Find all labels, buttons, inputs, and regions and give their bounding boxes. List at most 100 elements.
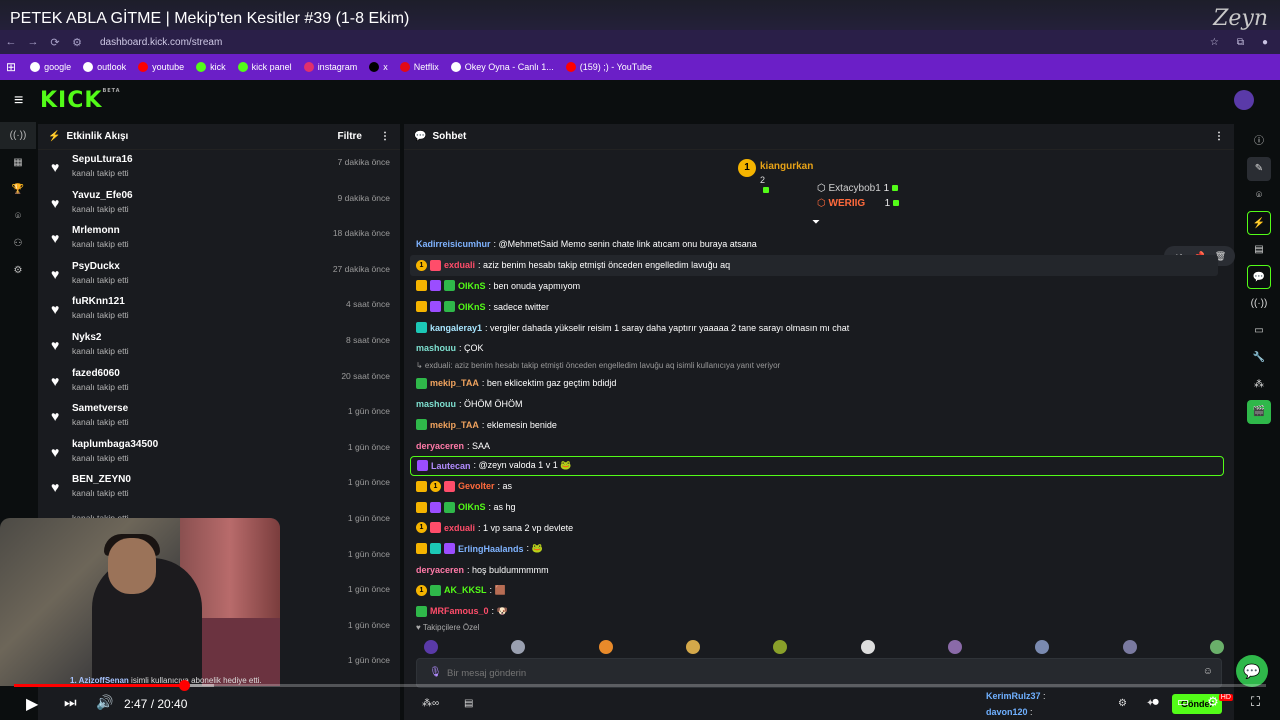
chat-username[interactable]: Lautecan [431, 461, 471, 471]
chat-message[interactable]: Kadirreisicumhur: @MehmetSaid Memo senin… [416, 234, 1224, 255]
emote[interactable] [947, 640, 962, 654]
chat-message[interactable]: ErlingHaalands: 🐸 [416, 538, 1224, 559]
chat-message[interactable]: mashouu: ÇOK [416, 338, 1224, 359]
chat-message[interactable]: mekip_TAA: ben eklicektim gaz geçtim bdi… [416, 373, 1224, 394]
kick-logo[interactable]: KICKBETA [40, 88, 121, 113]
feed-item[interactable]: ♥ Nyks2 kanalı takip etti 8 saat önce [38, 328, 400, 364]
chat-message[interactable]: OIKnS: as hg [416, 497, 1224, 518]
collapse-icon[interactable]: ⏷ [812, 217, 820, 228]
chat-message[interactable]: 1 AK_KKSL: 🟫 [416, 580, 1224, 601]
info-icon[interactable]: ⓘ [1247, 130, 1271, 154]
trophy-icon[interactable]: 🏆 [0, 176, 36, 203]
quick-actions-icon[interactable]: ⚡ [1247, 211, 1271, 235]
chat-message[interactable]: mekip_TAA: eklemesin benide [416, 414, 1224, 435]
edit-icon[interactable]: ✎ [1247, 157, 1271, 181]
bookmark-item[interactable]: outlook [83, 62, 126, 72]
chat-username[interactable]: AK_KKSL [444, 585, 487, 595]
chat-username[interactable]: MRFamous_0 [430, 606, 489, 616]
bookmark-item[interactable]: google [30, 62, 71, 72]
apps-grid-icon[interactable]: ⊞ [6, 60, 16, 74]
chat-message[interactable]: MRFamous_0: 🐶 [416, 601, 1224, 622]
feed-item[interactable]: ♥ Sametverse kanalı takip etti 1 gün önce [38, 399, 400, 435]
chat-message[interactable]: Lautecan: @zeyn valoda 1 v 1 🐸 [410, 455, 1224, 476]
stream-icon[interactable]: ((·)) [1247, 292, 1271, 316]
back-icon[interactable]: ← [0, 36, 22, 48]
bookmark-item[interactable]: Netflix [399, 62, 439, 72]
more-options-icon[interactable]: ⋮ [380, 131, 390, 142]
chat-message[interactable]: OIKnS: sadece twitter [416, 296, 1224, 317]
notes-icon[interactable]: ▤ [1247, 238, 1271, 262]
feed-item[interactable]: ♥ SepuLtura16 kanalı takip etti 7 dakika ön… [38, 150, 400, 186]
chat-username[interactable]: exduali [444, 523, 475, 533]
bookmark-item[interactable]: instagram [303, 62, 357, 72]
chat-more-icon[interactable]: ⋮ [1214, 131, 1224, 142]
emote[interactable] [424, 640, 438, 654]
extensions-icon[interactable]: ⧉ [1237, 37, 1244, 48]
chat-username[interactable]: kangaleray1 [430, 323, 482, 333]
emote[interactable] [1035, 640, 1050, 654]
integrations-icon[interactable]: ⁂ [1247, 373, 1271, 397]
chat-message[interactable]: deryaceren: hoş buldummmmm [416, 559, 1224, 580]
chat-message[interactable]: mashouu: ÖHÖM ÖHÖM [416, 394, 1224, 415]
chat-message[interactable]: 1 Gevolter: as [416, 476, 1224, 497]
chat-username[interactable]: Gevolter [458, 481, 495, 491]
reload-icon[interactable]: ⟳ [44, 36, 66, 49]
autoplay-toggle[interactable]: ⏺ [1152, 694, 1159, 710]
filter-button[interactable]: Filtre [338, 131, 362, 142]
chat-input[interactable] [447, 664, 1187, 682]
site-info-icon[interactable]: ⚙ [66, 36, 88, 49]
clapper-icon[interactable]: 🎬 [1247, 400, 1271, 424]
chat-message[interactable]: deryaceren: SAA [416, 435, 1224, 456]
bookmark-item[interactable]: (159) ;) - YouTube [565, 62, 652, 72]
feed-item[interactable]: ♥ BEN_ZEYN0 kanalı takip etti 1 gün önce [38, 470, 400, 506]
mic-icon[interactable]: 🎙 [429, 667, 442, 678]
chat-username[interactable]: deryaceren [416, 565, 464, 575]
wrench-icon[interactable]: 🔧 [1247, 346, 1271, 370]
bookmark-item[interactable]: youtube [138, 62, 184, 72]
chat-username[interactable]: mekip_TAA [430, 420, 479, 430]
emote[interactable] [1209, 640, 1224, 654]
gifter-row[interactable]: ⬡ WERIIG 1 [817, 198, 900, 209]
fullscreen-icon[interactable]: ⛶ [1251, 694, 1260, 710]
chat-username[interactable]: exduali [444, 260, 475, 270]
settings-gear-icon[interactable]: ⚙ HD [1207, 694, 1233, 710]
chat-username[interactable]: mashouu [416, 399, 456, 409]
chat-username[interactable]: OIKnS [458, 302, 486, 312]
feed-item[interactable]: ♥ fuRKnn121 kanalı takip etti 4 saat önce [38, 292, 400, 328]
feed-item[interactable]: ♥ Yavuz_Efe06 kanalı takip etti 9 dakika ön… [38, 186, 400, 222]
emote[interactable] [860, 640, 875, 654]
menu-icon[interactable]: ≡ [14, 92, 23, 110]
emote[interactable] [1122, 640, 1137, 654]
broadcast-icon[interactable]: ((·)) [0, 122, 36, 149]
emote[interactable] [685, 640, 700, 654]
feed-item[interactable]: ♥ Mrlemonn kanalı takip etti 18 dakika önce [38, 221, 400, 257]
chat-username[interactable]: deryaceren [416, 441, 464, 451]
address-bar[interactable]: dashboard.kick.com/stream [100, 37, 222, 48]
focus-icon[interactable]: ⌾ [1247, 184, 1271, 208]
gifter-row[interactable]: ⬡ Extacybob1 1 [817, 183, 899, 194]
emote[interactable] [598, 640, 613, 654]
settings-icon[interactable]: ⚙ [0, 257, 36, 284]
chat-username[interactable]: OIKnS [458, 281, 486, 291]
bookmark-star-icon[interactable]: ☆ [1210, 37, 1219, 48]
chat-username[interactable]: Kadirreisicumhur [416, 239, 491, 249]
avatar[interactable] [1234, 90, 1254, 110]
bookmark-item[interactable]: Okey Oyna - Canlı 1... [450, 62, 554, 72]
dashboard-icon[interactable]: ▦ [0, 149, 36, 176]
emote[interactable] [511, 640, 526, 654]
play-icon[interactable]: ▶ [26, 694, 38, 714]
bookmark-item[interactable]: kick [196, 62, 226, 72]
feed-item[interactable]: ♥ PsyDuckx kanalı takip etti 27 dakika önce [38, 257, 400, 293]
profile-icon[interactable]: ● [1262, 37, 1268, 48]
subtitles-icon[interactable]: ▭ [1177, 694, 1189, 710]
seek-bar[interactable] [14, 680, 1266, 691]
chat-username[interactable]: mashouu [416, 343, 456, 353]
bookmark-item[interactable]: kick panel [237, 62, 292, 72]
chat-username[interactable]: OIKnS [458, 502, 486, 512]
chat-username[interactable]: ErlingHaalands [458, 544, 524, 554]
camera-focus-icon[interactable]: ⌾ [0, 203, 36, 230]
next-icon[interactable]: ⏭ [64, 694, 77, 711]
queue-icon[interactable]: ▭ [1247, 319, 1271, 343]
emoji-icon[interactable]: ☺ [1203, 666, 1213, 677]
support-chat-icon[interactable]: 💬 [1236, 655, 1268, 687]
